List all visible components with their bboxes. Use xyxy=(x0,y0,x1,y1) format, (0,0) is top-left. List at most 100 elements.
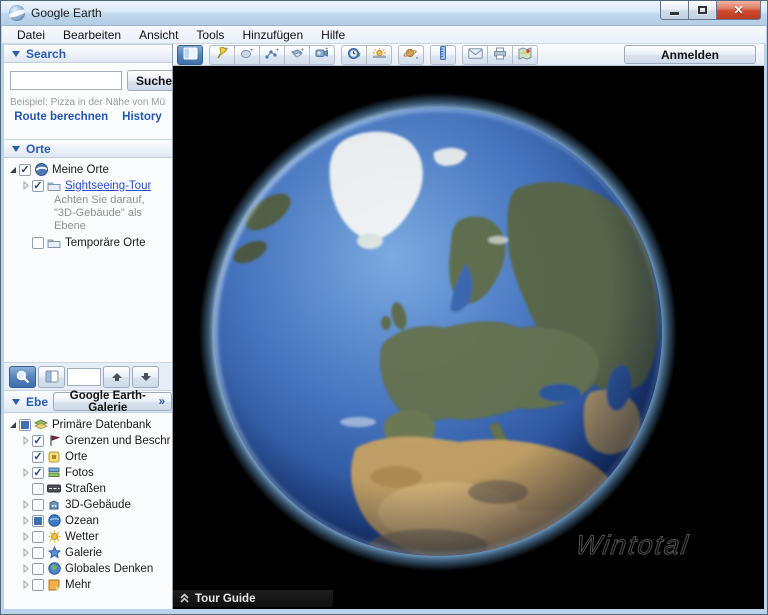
checkbox-wetter[interactable] xyxy=(32,531,44,543)
sunlight-icon xyxy=(372,47,387,62)
maximize-button[interactable] xyxy=(688,1,717,20)
ruler-button[interactable] xyxy=(430,45,456,65)
places-controls xyxy=(4,362,172,390)
tree-label: Primäre Datenbank xyxy=(52,419,151,431)
menu-item-ansicht[interactable]: Ansicht xyxy=(130,27,187,43)
tour-guide-bar[interactable]: Tour Guide xyxy=(173,590,333,607)
expand-arrow-icon[interactable] xyxy=(21,564,31,573)
tree-item-note: Achten Sie darauf, "3D-Gebäude" als Eben… xyxy=(54,194,166,233)
checkbox-mehr[interactable] xyxy=(32,579,44,591)
expand-arrow-icon[interactable] xyxy=(21,468,31,477)
earth-viewport[interactable]: Wintotal Tour Guide xyxy=(173,66,764,609)
expand-arrow-icon[interactable] xyxy=(21,516,31,525)
move-down-button[interactable] xyxy=(132,366,159,388)
checkbox-grenzen-und-beschrift[interactable] xyxy=(32,435,44,447)
historical-imagery-icon xyxy=(347,47,361,63)
tree-label[interactable]: Sightseeing-Tour xyxy=(65,180,151,192)
svg-text:+: + xyxy=(276,48,280,54)
google-earth-window: Google Earth ✕ DateiBearbeitenAnsichtToo… xyxy=(0,0,768,615)
planets-button[interactable] xyxy=(398,45,424,65)
checkbox-tempor-re-orte[interactable] xyxy=(32,237,44,249)
tree-item-stra-en[interactable]: Straßen xyxy=(8,481,170,496)
collapse-arrow-icon[interactable] xyxy=(8,166,18,174)
checkbox-ozean[interactable] xyxy=(32,515,44,527)
expand-arrow-icon[interactable] xyxy=(21,580,31,589)
tree-item-globales-denken[interactable]: Globales Denken xyxy=(8,561,170,576)
add-image-overlay-button[interactable]: + xyxy=(284,45,310,65)
sunlight-button[interactable] xyxy=(366,45,392,65)
add-placemark-button[interactable]: + xyxy=(209,45,235,65)
minimize-button[interactable] xyxy=(660,1,689,20)
toggle-sidebar-button[interactable] xyxy=(177,45,203,65)
menu-item-bearbeiten[interactable]: Bearbeiten xyxy=(54,27,130,43)
checkbox-orte[interactable] xyxy=(32,451,44,463)
window-title: Google Earth xyxy=(31,6,102,20)
tree-item-tempor-re-orte[interactable]: Temporäre Orte xyxy=(8,235,170,250)
checkbox-galerie[interactable] xyxy=(32,547,44,559)
minimize-icon xyxy=(670,12,679,15)
sign-in-button[interactable]: Anmelden xyxy=(624,45,756,64)
record-tour-button[interactable]: + xyxy=(309,45,335,65)
search-panel-header[interactable]: Search xyxy=(4,44,172,63)
expand-arrow-icon[interactable] xyxy=(21,436,31,445)
toolbar-group xyxy=(177,45,203,65)
close-button[interactable]: ✕ xyxy=(716,1,761,20)
checkbox-globales-denken[interactable] xyxy=(32,563,44,575)
tree-label: Fotos xyxy=(65,467,94,479)
google-earth-logo-icon xyxy=(9,5,25,21)
tree-item-galerie[interactable]: Galerie xyxy=(8,545,170,560)
expand-arrow-icon[interactable] xyxy=(21,181,31,190)
search-input[interactable] xyxy=(10,71,122,90)
places-icon xyxy=(47,450,61,463)
expand-arrow-icon[interactable] xyxy=(21,532,31,541)
search-places-button[interactable] xyxy=(9,366,36,388)
print-button[interactable] xyxy=(487,45,513,65)
toolbar: +++++Anmelden xyxy=(173,44,764,66)
search-button[interactable]: Suche xyxy=(127,70,172,91)
menu-item-hinzuf-gen[interactable]: Hinzufügen xyxy=(233,27,312,43)
checkbox-stra-en[interactable] xyxy=(32,483,44,495)
google-earth-icon xyxy=(34,163,48,176)
places-panel-header[interactable]: Orte xyxy=(4,139,172,158)
tour-guide-label: Tour Guide xyxy=(195,593,255,605)
checkbox-sightseeing-tour[interactable] xyxy=(32,180,44,192)
show-places-panel-button[interactable] xyxy=(38,366,65,388)
expand-arrow-icon[interactable] xyxy=(21,548,31,557)
checkbox-prim-re-datenbank[interactable] xyxy=(19,419,31,431)
tree-item-orte[interactable]: Orte xyxy=(8,449,170,464)
titlebar[interactable]: Google Earth xyxy=(1,1,767,26)
checkbox-meine-orte[interactable] xyxy=(19,164,31,176)
tree-item-ozean[interactable]: Ozean xyxy=(8,513,170,528)
link-history[interactable]: History xyxy=(122,111,162,123)
menu-item-tools[interactable]: Tools xyxy=(187,27,233,43)
tree-item-fotos[interactable]: Fotos xyxy=(8,465,170,480)
earth-globe[interactable] xyxy=(198,92,678,572)
expand-arrow-icon[interactable] xyxy=(21,500,31,509)
places-filter-input[interactable] xyxy=(67,368,101,386)
layers-panel-header[interactable]: Ebe Google Earth-Galerie » xyxy=(4,390,172,413)
checkbox-3d-geb-ude[interactable] xyxy=(32,499,44,511)
move-up-button[interactable] xyxy=(103,366,130,388)
tree-item-sightseeing-tour[interactable]: Sightseeing-Tour xyxy=(8,178,170,193)
tree-item-mehr[interactable]: Mehr xyxy=(8,577,170,592)
tree-label: Straßen xyxy=(65,483,106,495)
link-route-berechnen[interactable]: Route berechnen xyxy=(14,111,108,123)
historical-imagery-button[interactable] xyxy=(341,45,367,65)
tree-item-meine-orte[interactable]: Meine Orte xyxy=(8,162,170,177)
up-arrow-icon xyxy=(111,372,123,382)
checkbox-fotos[interactable] xyxy=(32,467,44,479)
add-path-button[interactable]: + xyxy=(259,45,285,65)
tree-label: Meine Orte xyxy=(52,164,109,176)
tree-item-3d-geb-ude[interactable]: 3D-Gebäude xyxy=(8,497,170,512)
email-button[interactable] xyxy=(462,45,488,65)
add-polygon-button[interactable]: + xyxy=(234,45,260,65)
menu-item-hilfe[interactable]: Hilfe xyxy=(312,27,354,43)
menu-item-datei[interactable]: Datei xyxy=(8,27,54,43)
collapse-arrow-icon[interactable] xyxy=(8,421,18,429)
toolbar-group xyxy=(398,45,424,65)
view-in-maps-button[interactable] xyxy=(512,45,538,65)
tree-item-grenzen-und-beschrift[interactable]: Grenzen und Beschrift... xyxy=(8,433,170,448)
tree-item-prim-re-datenbank[interactable]: Primäre Datenbank xyxy=(8,417,170,432)
tree-item-wetter[interactable]: Wetter xyxy=(8,529,170,544)
earth-gallery-button[interactable]: Google Earth-Galerie » xyxy=(53,392,172,411)
